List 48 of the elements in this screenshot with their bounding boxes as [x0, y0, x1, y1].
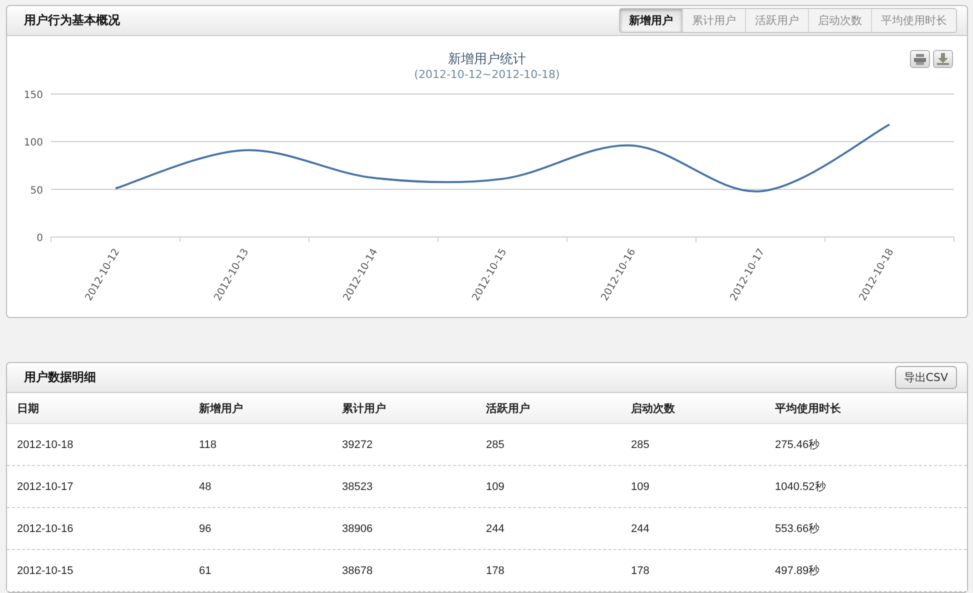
column-header: 新增用户	[199, 400, 244, 416]
tab[interactable]: 活跃用户	[746, 9, 809, 32]
panel-title: 用户数据明细	[24, 369, 96, 386]
column-header: 启动次数	[631, 400, 676, 416]
panel-title: 用户行为基本概况	[24, 12, 120, 29]
table-cell-text: 275.46秒	[775, 438, 821, 452]
table-cell-text: 109	[486, 480, 506, 492]
table-cell-text: 39272	[342, 438, 374, 450]
table-cell-text: 178	[486, 564, 506, 576]
table-cell-text: 285	[631, 438, 650, 450]
tab[interactable]: 启动次数	[809, 9, 872, 32]
table-cell-text: 38523	[342, 480, 374, 492]
download-button[interactable]	[933, 50, 953, 68]
table-cell-text: 1040.52秒	[775, 480, 827, 494]
y-tick-label: 100	[24, 138, 43, 149]
table-cell-text: 2012-10-17	[17, 480, 74, 492]
tab[interactable]: 累计用户	[683, 9, 746, 32]
table-cell-text: 497.89秒	[775, 564, 821, 578]
table-cell-text: 61	[199, 564, 212, 576]
column-header: 累计用户	[342, 400, 387, 416]
table-cell-text: 96	[199, 522, 212, 534]
column-header: 活跃用户	[486, 400, 531, 416]
table-cell-text: 2012-10-16	[17, 522, 74, 534]
column-header: 日期	[17, 400, 40, 416]
print-button[interactable]	[910, 50, 930, 68]
chart-subtitle: (2012-10-12~2012-10-18)	[414, 68, 560, 81]
table-cell-text: 244	[631, 522, 650, 534]
y-tick-label: 150	[24, 90, 43, 101]
table-cell-text: 285	[486, 438, 506, 450]
download-icon	[937, 53, 949, 65]
tab[interactable]: 新增用户	[620, 9, 683, 32]
table-cell-text: 244	[486, 522, 506, 534]
table-cell-text: 38678	[342, 564, 374, 576]
table-cell-text: 109	[631, 480, 650, 492]
column-header: 平均使用时长	[775, 400, 842, 416]
y-tick-label: 50	[30, 185, 43, 196]
printer-icon	[914, 54, 926, 64]
table-cell-text: 2012-10-18	[17, 438, 74, 450]
table-cell-text: 48	[199, 480, 212, 492]
y-tick-label: 0	[36, 233, 43, 244]
table-cell-text: 38906	[342, 522, 374, 534]
table-cell-text: 178	[631, 564, 650, 576]
export-button[interactable]: 导出CSV	[894, 366, 957, 389]
tab[interactable]: 平均使用时长	[872, 9, 956, 32]
table-cell-text: 118	[199, 438, 218, 450]
chart-title: 新增用户统计	[448, 51, 526, 68]
table-cell-text: 553.66秒	[775, 522, 821, 536]
table-cell-text: 2012-10-15	[17, 564, 74, 576]
